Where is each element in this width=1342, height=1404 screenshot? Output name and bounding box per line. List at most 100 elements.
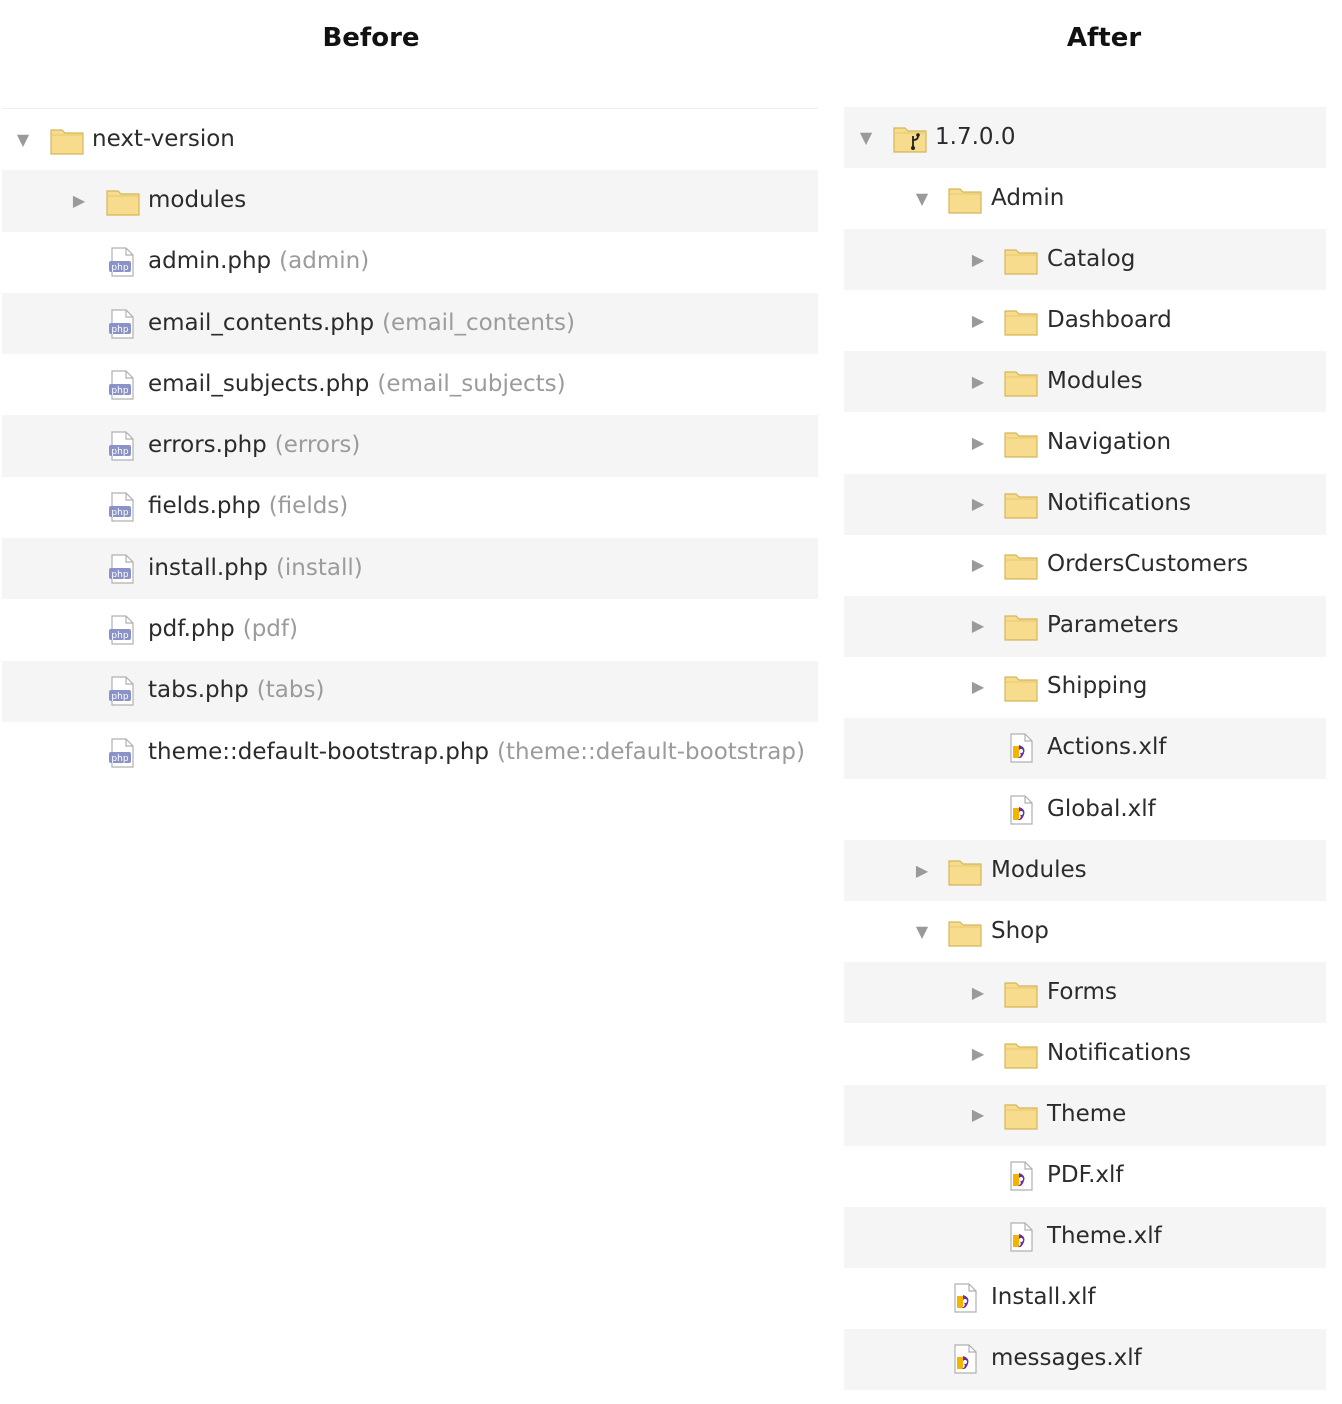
- tree-item-label: Shipping: [1047, 673, 1148, 700]
- folder-icon: [50, 125, 84, 155]
- tree-item-label: Modules: [991, 856, 1087, 883]
- svg-text:php: php: [111, 508, 128, 518]
- tree-item-sublabel: (tabs): [256, 677, 325, 704]
- tree-item-label: tabs.php: [148, 677, 249, 704]
- triangle-down-icon[interactable]: ▼: [14, 130, 32, 149]
- tree-row-file[interactable]: PDF.xlf: [844, 1146, 1326, 1207]
- tree-row-folder[interactable]: ▶ Notifications: [844, 473, 1326, 535]
- triangle-right-icon[interactable]: ▶: [969, 983, 987, 1002]
- tree-row-folder[interactable]: ▼ Admin: [844, 168, 1326, 229]
- php-file-icon: php: [108, 676, 136, 706]
- triangle-right-icon[interactable]: ▶: [70, 191, 88, 210]
- tree-item-label: Forms: [1047, 978, 1117, 1005]
- folder-icon: [948, 184, 982, 214]
- tree-item-sublabel: (admin): [279, 248, 370, 275]
- tree-row-folder[interactable]: ▶ Dashboard: [844, 290, 1326, 351]
- triangle-down-icon[interactable]: ▼: [913, 922, 931, 941]
- tree-item-label: Modules: [1047, 367, 1143, 394]
- tree-row-file[interactable]: php pdf.php (pdf): [2, 599, 818, 660]
- tree-item-label: Shop: [991, 917, 1049, 944]
- tree-item-label: fields.php: [148, 493, 261, 520]
- folder-icon: [1004, 672, 1038, 702]
- tree-row-file[interactable]: Actions.xlf: [844, 717, 1326, 780]
- tree-item-label: Theme.xlf: [1047, 1223, 1162, 1250]
- tree-row-file[interactable]: php fields.php (fields): [2, 477, 818, 538]
- tree-row-folder[interactable]: ▶ Forms: [844, 962, 1326, 1024]
- svg-text:php: php: [111, 386, 128, 396]
- tree-row-folder[interactable]: ▶ Catalog: [844, 229, 1326, 291]
- php-file-icon: php: [108, 431, 136, 461]
- xlf-file-icon: [1007, 1222, 1035, 1252]
- triangle-right-icon[interactable]: ▶: [969, 311, 987, 330]
- triangle-right-icon[interactable]: ▶: [969, 250, 987, 269]
- tree-row-file[interactable]: php email_contents.php (email_contents): [2, 292, 818, 355]
- triangle-down-icon[interactable]: ▼: [857, 128, 875, 147]
- tree-row-file[interactable]: php admin.php (admin): [2, 232, 818, 293]
- tree-row-file[interactable]: php errors.php (errors): [2, 415, 818, 477]
- tree-row-folder[interactable]: ▶ modules: [2, 170, 818, 232]
- tree-item-label: Theme: [1047, 1101, 1127, 1128]
- triangle-right-icon[interactable]: ▶: [969, 617, 987, 635]
- tree-row-folder[interactable]: ▼ Shop: [844, 901, 1326, 962]
- tree-item-sublabel: (install): [275, 554, 363, 581]
- after-title: After: [1066, 23, 1142, 53]
- tree-row-folder[interactable]: ▶ Navigation: [844, 412, 1326, 473]
- xlf-file-icon: [1007, 1161, 1035, 1191]
- triangle-right-icon[interactable]: ▶: [969, 434, 987, 452]
- php-file-icon: php: [108, 247, 136, 277]
- tree-row-file[interactable]: Theme.xlf: [844, 1206, 1326, 1268]
- folder-icon: [1004, 611, 1038, 641]
- tree-item-sublabel: (theme::default-bootstrap): [497, 738, 805, 765]
- xlf-file-icon: [1007, 733, 1035, 764]
- tree-item-label: Admin: [991, 184, 1065, 211]
- svg-text:php: php: [111, 325, 128, 335]
- svg-text:php: php: [111, 692, 128, 702]
- folder-icon: [1004, 489, 1038, 519]
- triangle-right-icon[interactable]: ▶: [969, 678, 987, 696]
- tree-row-file[interactable]: php install.php (install): [2, 538, 818, 600]
- tree-row-file[interactable]: Install.xlf: [844, 1268, 1326, 1329]
- tree-row-file[interactable]: Global.xlf: [844, 779, 1326, 840]
- tree-item-label: 1.7.0.0: [935, 123, 1016, 150]
- tree-row-file[interactable]: php email_subjects.php (email_subjects): [2, 354, 818, 415]
- tree-row-folder[interactable]: ▶ Shipping: [844, 657, 1326, 718]
- triangle-right-icon[interactable]: ▶: [969, 495, 987, 513]
- folder-icon: [948, 856, 982, 886]
- tree-item-label: errors.php: [148, 432, 267, 459]
- tree-item-label: modules: [148, 186, 247, 213]
- tree-row-file[interactable]: php tabs.php (tabs): [2, 660, 818, 722]
- tree-item-sublabel: (pdf): [242, 616, 298, 643]
- tree-row-folder[interactable]: ▶ Modules: [844, 351, 1326, 413]
- triangle-right-icon[interactable]: ▶: [913, 861, 931, 880]
- tree-row-folder[interactable]: ▶ Notifications: [844, 1023, 1326, 1084]
- before-title: Before: [322, 23, 420, 53]
- svg-text:php: php: [111, 570, 128, 580]
- tree-item-label: PDF.xlf: [1047, 1162, 1124, 1189]
- triangle-right-icon[interactable]: ▶: [969, 1106, 987, 1124]
- php-file-icon: php: [108, 370, 136, 400]
- tree-item-label: Navigation: [1047, 429, 1172, 456]
- tree-row-folder[interactable]: ▼ 1.7.0.0: [844, 107, 1326, 169]
- folder-icon: [1004, 1039, 1038, 1069]
- triangle-right-icon[interactable]: ▶: [969, 556, 987, 574]
- tree-item-label: Dashboard: [1047, 306, 1172, 333]
- tree-item-sublabel: (email_contents): [382, 309, 575, 336]
- tree-item-label: theme::default-bootstrap.php: [148, 738, 490, 765]
- git-folder-icon: [893, 123, 927, 153]
- triangle-down-icon[interactable]: ▼: [913, 189, 931, 208]
- tree-row-folder[interactable]: ▶ Parameters: [844, 595, 1326, 657]
- tree-row-file[interactable]: messages.xlf: [844, 1328, 1326, 1390]
- triangle-right-icon[interactable]: ▶: [969, 372, 987, 391]
- xlf-file-icon: [951, 1344, 979, 1375]
- tree-row-folder[interactable]: ▼ next-version: [2, 109, 818, 170]
- triangle-right-icon[interactable]: ▶: [969, 1044, 987, 1063]
- php-file-icon: php: [108, 615, 136, 645]
- svg-text:php: php: [111, 631, 128, 641]
- tree-row-file[interactable]: php theme::default-bootstrap.php (theme::…: [2, 722, 818, 783]
- tree-row-folder[interactable]: ▶ OrdersCustomers: [844, 535, 1326, 596]
- tree-row-folder[interactable]: ▶ Theme: [844, 1084, 1326, 1146]
- php-file-icon: php: [108, 554, 136, 584]
- tree-item-sublabel: (errors): [274, 432, 361, 459]
- svg-text:php: php: [111, 263, 128, 273]
- tree-row-folder[interactable]: ▶ Modules: [844, 840, 1326, 902]
